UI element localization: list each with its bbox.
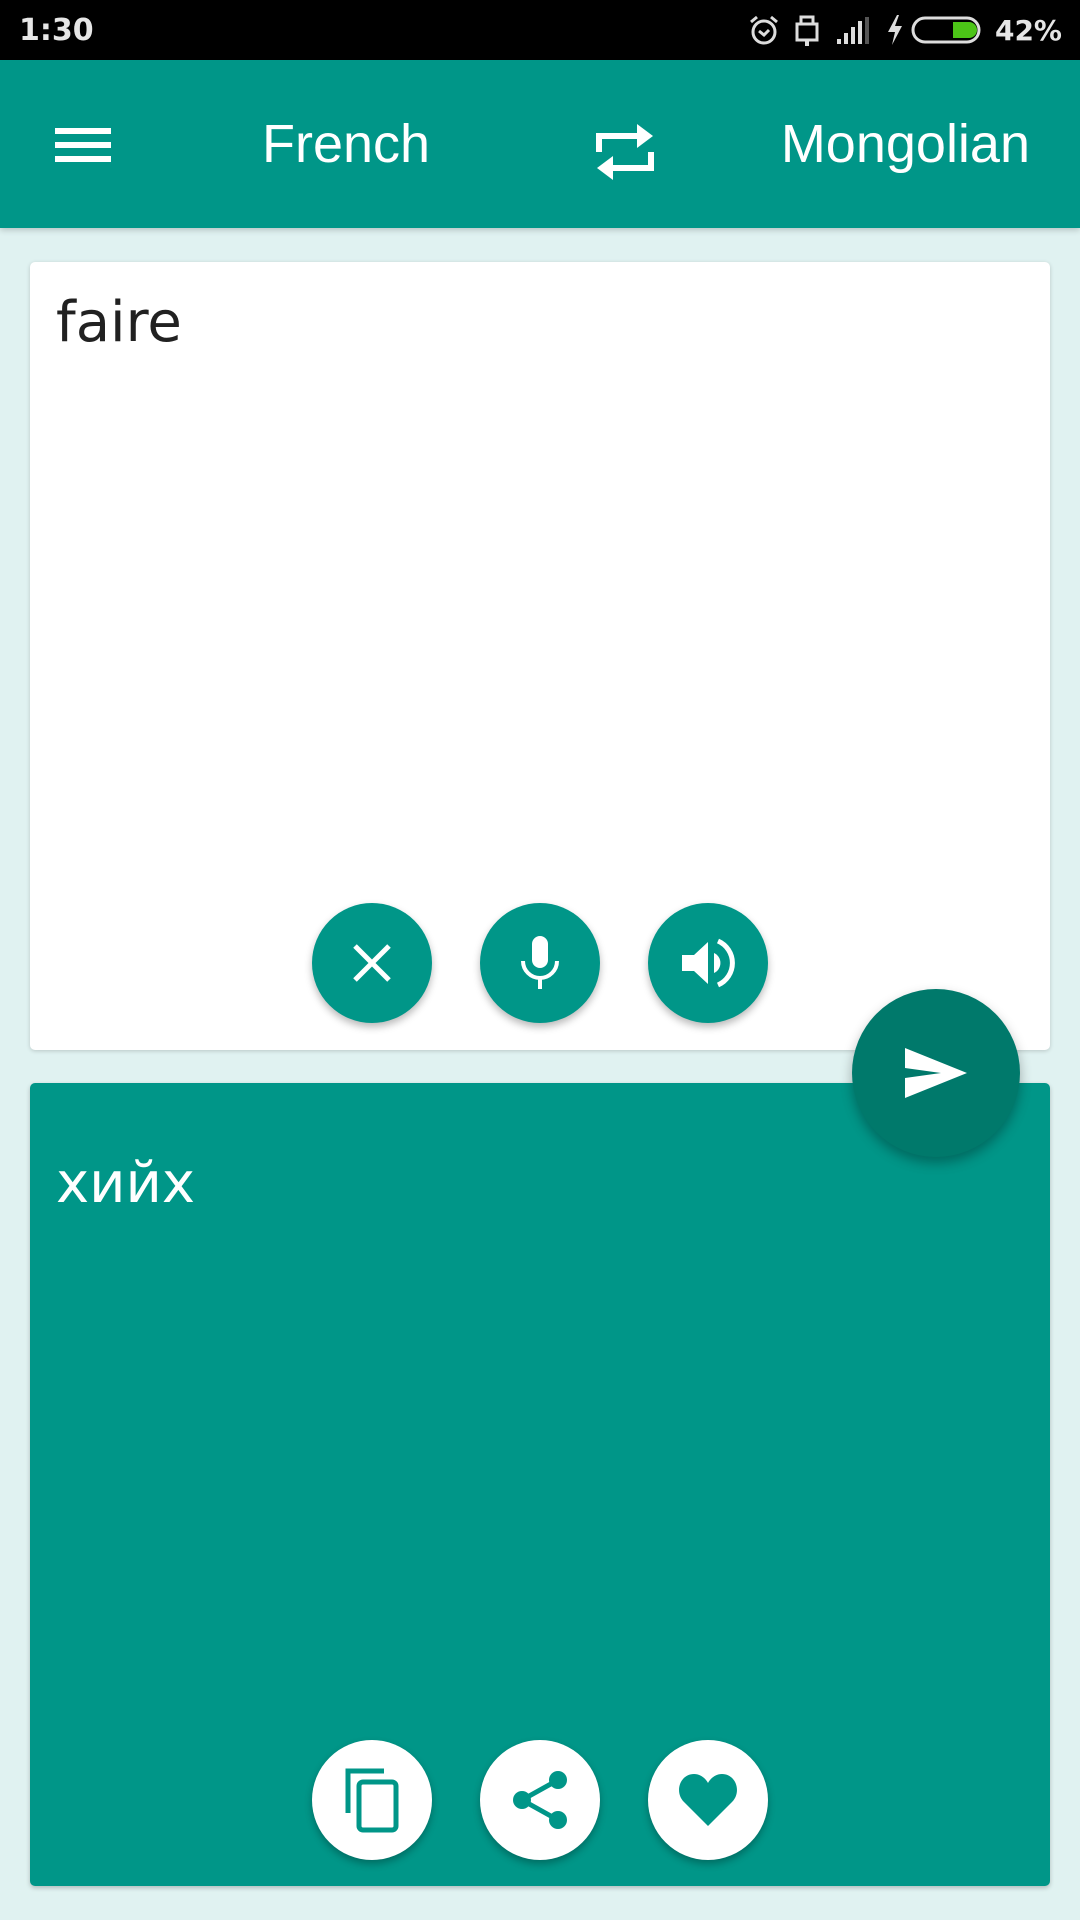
microphone-icon [521, 936, 559, 989]
charging-icon [885, 13, 905, 47]
lock-icon [793, 12, 821, 48]
swap-icon [596, 124, 654, 180]
target-language-selector[interactable]: Mongolian [781, 112, 1030, 176]
speaker-icon [682, 938, 735, 988]
status-time: 1:30 [19, 13, 94, 48]
menu-icon [55, 128, 111, 162]
copy-icon [345, 1768, 399, 1833]
voice-input-button[interactable] [480, 903, 600, 1023]
swap-languages-button[interactable] [585, 112, 665, 192]
copy-button[interactable] [312, 1740, 432, 1860]
source-text-input[interactable]: faire [56, 290, 182, 355]
favorite-button[interactable] [648, 1740, 768, 1860]
heart-icon [679, 1774, 737, 1826]
input-card: faire [30, 262, 1050, 1050]
menu-button[interactable] [40, 110, 130, 180]
status-bar: 1:30 42% [0, 0, 1080, 60]
alarm-icon [747, 13, 781, 47]
app-bar: French Mongolian [0, 60, 1080, 228]
clear-button[interactable] [312, 903, 432, 1023]
send-icon [905, 1048, 967, 1098]
speak-button[interactable] [648, 903, 768, 1023]
translate-button[interactable] [852, 989, 1020, 1157]
signal-icon [835, 15, 871, 45]
share-button[interactable] [480, 1740, 600, 1860]
battery-icon [911, 15, 983, 45]
source-language-selector[interactable]: French [262, 112, 430, 176]
close-icon [353, 944, 391, 982]
share-icon [513, 1771, 567, 1829]
output-card: хийх [30, 1083, 1050, 1886]
translated-text: хийх [56, 1151, 196, 1216]
battery-percent: 42% [994, 13, 1062, 47]
status-icons: 42% [747, 10, 1062, 50]
